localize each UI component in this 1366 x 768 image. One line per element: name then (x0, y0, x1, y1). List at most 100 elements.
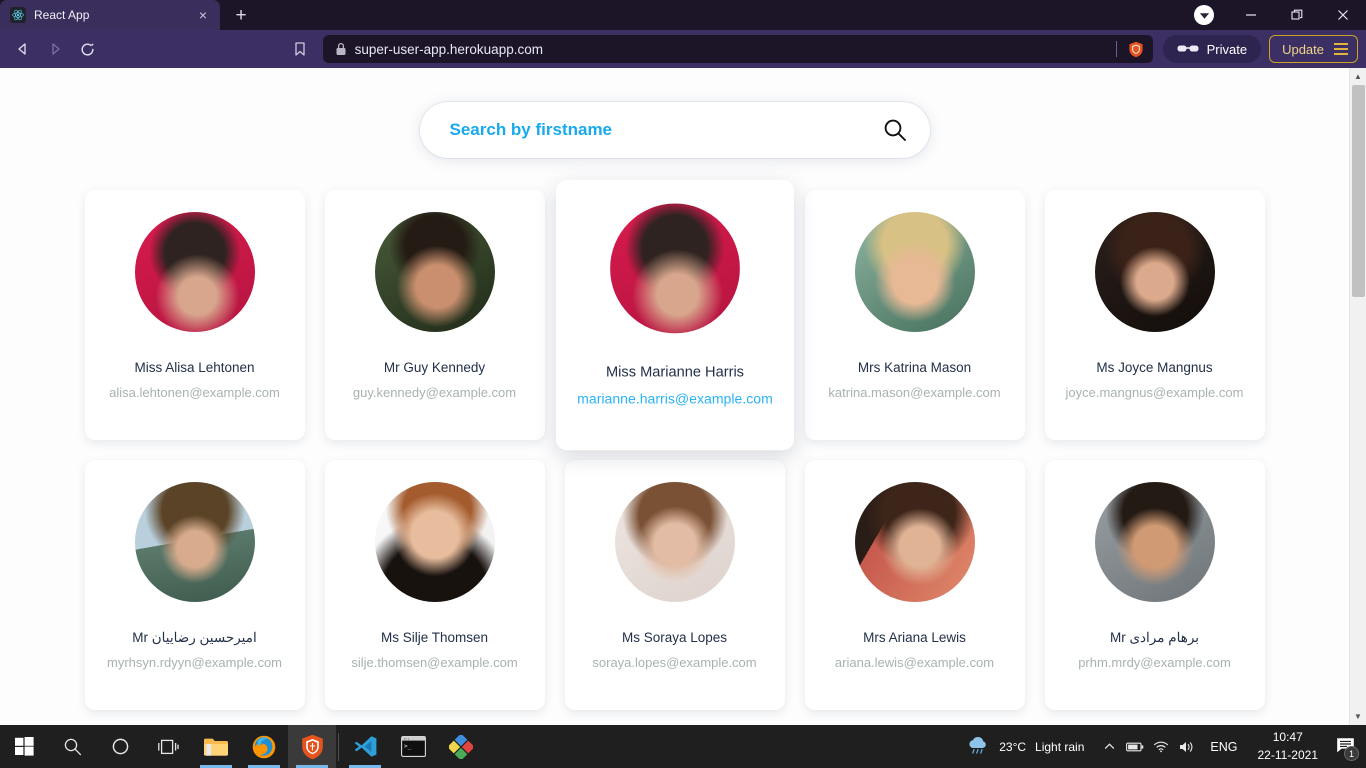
close-icon[interactable]: × (194, 6, 212, 24)
clock[interactable]: 10:47 22-11-2021 (1248, 725, 1329, 768)
minimize-button[interactable] (1228, 0, 1274, 30)
user-card[interactable]: Ms Silje Thomsen silje.thomsen@example.co… (324, 460, 545, 710)
scroll-up-button[interactable]: ▲ (1350, 68, 1366, 85)
avatar (1094, 482, 1215, 602)
user-email: soraya.lopes@example.com (592, 655, 757, 671)
user-name: Ms Joyce Mangnus (1096, 360, 1213, 375)
user-name: Mrs Katrina Mason (857, 360, 972, 375)
window-controls (1194, 0, 1366, 30)
user-name: Mrs Ariana Lewis (863, 630, 966, 645)
close-window-button[interactable] (1320, 0, 1366, 30)
user-name: Ms Silje Thomsen (380, 630, 489, 645)
divider (1115, 41, 1117, 57)
page-scrollbar[interactable]: ▲ ▼ (1349, 68, 1366, 725)
search-icon[interactable] (882, 117, 908, 143)
reload-icon[interactable] (72, 35, 102, 63)
private-label: Private (1206, 41, 1248, 57)
notification-center-button[interactable]: 1 (1328, 725, 1362, 768)
lock-icon (335, 42, 347, 56)
user-email: prhm.mrdy@example.com (1078, 655, 1231, 671)
user-email: myrhsyn.rdyyn@example.com (106, 655, 283, 671)
paint-button[interactable] (437, 725, 485, 768)
user-card[interactable]: Mrs Ariana Lewis ariana.lewis@example.com (804, 460, 1025, 710)
brave-rewards-icon[interactable] (1194, 5, 1214, 25)
svg-text:C:\: C:\ (404, 737, 410, 741)
weather-condition: Light rain (1035, 739, 1085, 754)
maximize-button[interactable] (1274, 0, 1320, 30)
terminal-button[interactable]: C:\ >_ (389, 725, 437, 768)
forward-icon (40, 35, 70, 63)
firefox-button[interactable] (240, 725, 288, 768)
react-app-page: Miss Alisa Lehtonen alisa.lehtonen@exampl… (0, 68, 1349, 725)
user-email: silje.thomsen@example.com (351, 655, 518, 671)
avatar (854, 212, 975, 332)
avatar (374, 212, 495, 332)
search-box[interactable] (419, 102, 930, 158)
avatar (1094, 212, 1215, 332)
windows-taskbar: C:\ >_ 23°C Light rain ENG 10:47 22-11-2… (0, 725, 1366, 768)
user-name: Miss Alisa Lehtonen (134, 360, 255, 375)
user-name: Mr برهام مرادی (1109, 630, 1200, 645)
user-name: Mr امیرحسین رضاییان (132, 630, 257, 645)
user-card[interactable]: Miss Marianne Harris marianne.harris@exam… (555, 179, 794, 451)
task-view-button[interactable] (144, 725, 192, 768)
new-tab-button[interactable]: + (226, 2, 256, 30)
browser-tab-react-app[interactable]: React App × (0, 0, 220, 30)
weather-temperature: 23°C (999, 739, 1027, 754)
taskbar-apps: C:\ >_ (0, 725, 485, 768)
user-card[interactable]: Mr امیرحسین رضاییان myrhsyn.rdyyn@example… (84, 460, 305, 710)
cortana-button[interactable] (96, 725, 144, 768)
svg-text:>_: >_ (404, 743, 412, 750)
address-bar[interactable]: super-user-app.herokuapp.com (322, 35, 1153, 63)
search-input[interactable] (449, 120, 882, 140)
hamburger-menu-icon[interactable] (1334, 43, 1348, 55)
update-button[interactable]: Update (1269, 35, 1358, 63)
brave-shields-icon[interactable] (1125, 38, 1147, 60)
search-section (0, 68, 1349, 158)
battery-icon[interactable] (1122, 725, 1148, 768)
avatar (134, 212, 255, 332)
start-button[interactable] (0, 725, 48, 768)
clock-time: 10:47 (1272, 730, 1303, 745)
private-window-indicator[interactable]: Private (1162, 35, 1262, 63)
chevron-up-icon[interactable] (1096, 725, 1122, 768)
brave-button[interactable] (288, 725, 336, 768)
avatar (609, 203, 740, 334)
url-text: super-user-app.herokuapp.com (354, 41, 543, 57)
avatar (374, 482, 495, 602)
file-explorer-button[interactable] (192, 725, 240, 768)
user-card[interactable]: Mr Guy Kennedy guy.kennedy@example.com (324, 190, 545, 440)
bookmark-icon[interactable] (285, 35, 315, 63)
language-indicator[interactable]: ENG (1200, 725, 1247, 768)
notification-badge: 1 (1344, 746, 1359, 761)
user-card[interactable]: Ms Joyce Mangnus joyce.mangnus@example.co… (1044, 190, 1265, 440)
navigation-toolbar: super-user-app.herokuapp.com Private Upd… (0, 30, 1366, 68)
volume-icon[interactable] (1174, 725, 1200, 768)
user-name: Miss Marianne Harris (605, 363, 744, 380)
user-email: katrina.mason@example.com (828, 385, 1001, 401)
scroll-down-button[interactable]: ▼ (1350, 708, 1366, 725)
user-card[interactable]: Ms Soraya Lopes soraya.lopes@example.com (564, 460, 785, 710)
user-card[interactable]: Miss Alisa Lehtonen alisa.lehtonen@exampl… (84, 190, 305, 440)
tab-title: React App (34, 8, 90, 22)
scrollbar-thumb[interactable] (1352, 85, 1365, 297)
weather-widget[interactable]: 23°C Light rain (960, 725, 1096, 768)
cloud-rain-icon (966, 735, 990, 758)
avatar (854, 482, 975, 602)
user-email: joyce.mangnus@example.com (1065, 385, 1244, 401)
avatar (134, 482, 255, 602)
avatar (614, 482, 735, 602)
divider (338, 732, 339, 761)
user-card[interactable]: Mr برهام مرادی prhm.mrdy@example.com (1044, 460, 1265, 710)
back-icon[interactable] (8, 35, 38, 63)
user-name: Ms Soraya Lopes (621, 630, 728, 645)
search-button[interactable] (48, 725, 96, 768)
react-icon (10, 7, 26, 23)
browser-window: React App × + super-user-app.herokuapp.c… (0, 0, 1366, 725)
clock-date: 22-11-2021 (1257, 747, 1319, 762)
user-card-grid: Miss Alisa Lehtonen alisa.lehtonen@exampl… (0, 158, 1349, 725)
wifi-icon[interactable] (1148, 725, 1174, 768)
user-email: marianne.harris@example.com (576, 390, 773, 408)
vscode-button[interactable] (341, 725, 389, 768)
user-card[interactable]: Mrs Katrina Mason katrina.mason@example.c… (804, 190, 1025, 440)
